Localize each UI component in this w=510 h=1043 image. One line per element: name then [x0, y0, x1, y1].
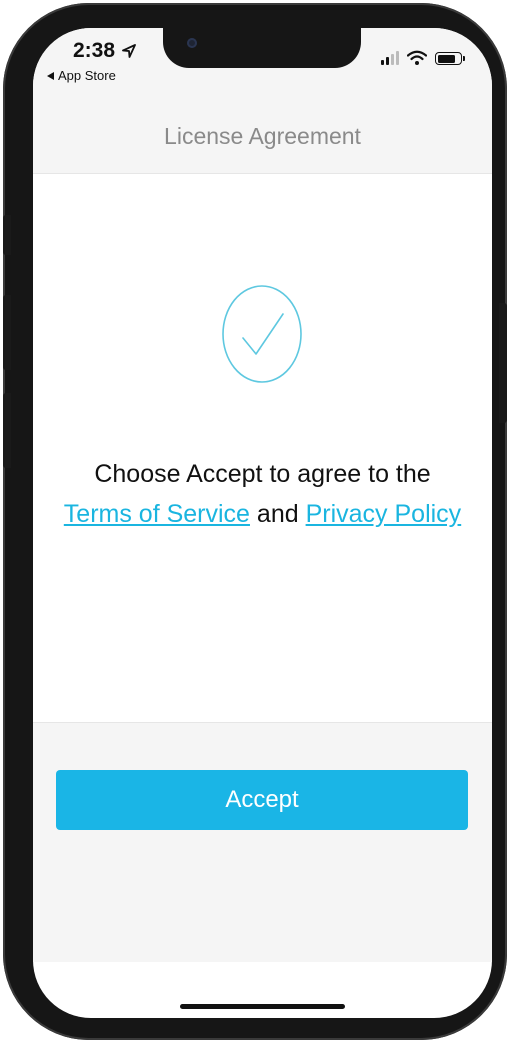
volume-up-button — [3, 295, 11, 370]
location-arrow-icon — [122, 44, 136, 58]
screen: 2:38 App Store License Agreement Choose … — [33, 28, 492, 1018]
home-indicator[interactable] — [180, 1004, 345, 1009]
status-bar: 2:38 App Store — [33, 28, 492, 100]
camera-icon — [187, 38, 197, 48]
agreement-message: Choose Accept to agree to the Terms of S… — [33, 454, 492, 534]
back-arrow-icon — [47, 71, 54, 80]
privacy-policy-link[interactable]: Privacy Policy — [306, 500, 462, 528]
footer: Accept — [33, 722, 492, 962]
terms-of-service-link[interactable]: Terms of Service — [64, 500, 250, 528]
wifi-icon — [407, 50, 427, 65]
status-icons — [381, 50, 465, 65]
notch — [163, 28, 361, 68]
checkmark-circle-icon — [222, 285, 302, 383]
back-app-label: App Store — [58, 68, 116, 83]
status-time-text: 2:38 — [73, 39, 116, 62]
power-button — [499, 303, 507, 423]
header: License Agreement — [33, 100, 492, 174]
mute-switch — [3, 215, 11, 255]
accept-button[interactable]: Accept — [56, 770, 468, 830]
volume-down-button — [3, 393, 11, 468]
and-text: and — [256, 500, 299, 528]
agreement-message-line1: Choose Accept to agree to the — [94, 460, 431, 488]
page-title: License Agreement — [164, 123, 361, 149]
status-time: 2:38 — [73, 39, 137, 63]
cellular-signal-icon — [381, 51, 399, 65]
back-to-app-store[interactable]: App Store — [47, 68, 116, 83]
agreement-message-line2: Terms of Service and Privacy Policy — [33, 494, 492, 534]
battery-icon — [435, 52, 465, 65]
